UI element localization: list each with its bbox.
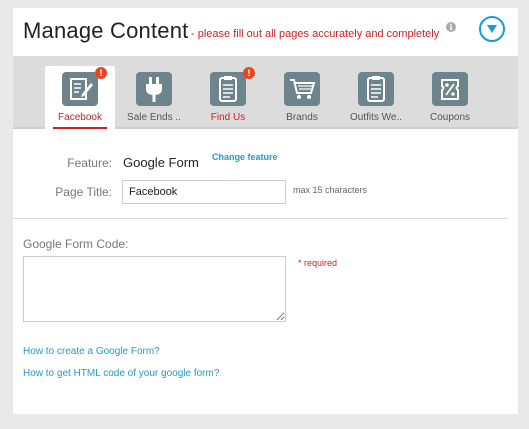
edit-document-icon [62, 72, 98, 106]
required-indicator: * required [298, 258, 338, 268]
tab-coupons[interactable]: Coupons [415, 66, 485, 129]
active-tab-indicator [53, 127, 107, 129]
alert-icon: ! [243, 67, 255, 79]
google-form-code-label: Google Form Code: [23, 237, 129, 251]
tab-outfits[interactable]: Outfits We.. [341, 66, 411, 129]
create-google-form-link[interactable]: How to create a Google Form? [23, 346, 160, 357]
feature-tabs: ! Facebook Sale Ends .. ! Find Us Brands… [13, 56, 518, 129]
header: Manage Content - please fill out all pag… [13, 8, 518, 56]
tab-label: Coupons [429, 112, 471, 123]
alert-icon: ! [95, 67, 107, 79]
tab-brands[interactable]: Brands [267, 66, 337, 129]
page-title-input[interactable] [122, 180, 286, 204]
feature-value: Google Form [123, 155, 199, 170]
warning-message: - please fill out all pages accurately a… [191, 28, 440, 40]
coupon-percent-icon [432, 72, 468, 106]
tab-facebook[interactable]: ! Facebook [45, 66, 115, 129]
clipboard-list-icon [358, 72, 394, 106]
tab-sale-ends[interactable]: Sale Ends .. [119, 66, 189, 129]
tab-find-us[interactable]: ! Find Us [193, 66, 263, 129]
tab-label: Outfits We.. [349, 112, 403, 123]
tab-label: Brands [286, 112, 318, 123]
feature-label: Feature: [67, 156, 112, 170]
page-title-label: Page Title: [55, 185, 112, 199]
chevron-down-circle-icon[interactable] [479, 16, 505, 42]
get-html-code-link[interactable]: How to get HTML code of your google form… [23, 368, 219, 379]
tab-label: Sale Ends .. [127, 112, 181, 123]
clipboard-list-icon [210, 72, 246, 106]
change-feature-link[interactable]: Change feature [212, 152, 278, 162]
page-title: Manage Content [23, 18, 189, 43]
plug-icon [136, 72, 172, 106]
google-form-code-field[interactable] [23, 256, 286, 322]
manage-content-panel: Manage Content - please fill out all pag… [13, 8, 518, 414]
divider [13, 218, 508, 219]
tab-label: Facebook [58, 112, 102, 123]
tab-label: Find Us [210, 112, 246, 123]
page-title-hint: max 15 characters [293, 185, 368, 195]
cart-icon [284, 72, 320, 106]
info-icon[interactable]: i [446, 22, 456, 32]
